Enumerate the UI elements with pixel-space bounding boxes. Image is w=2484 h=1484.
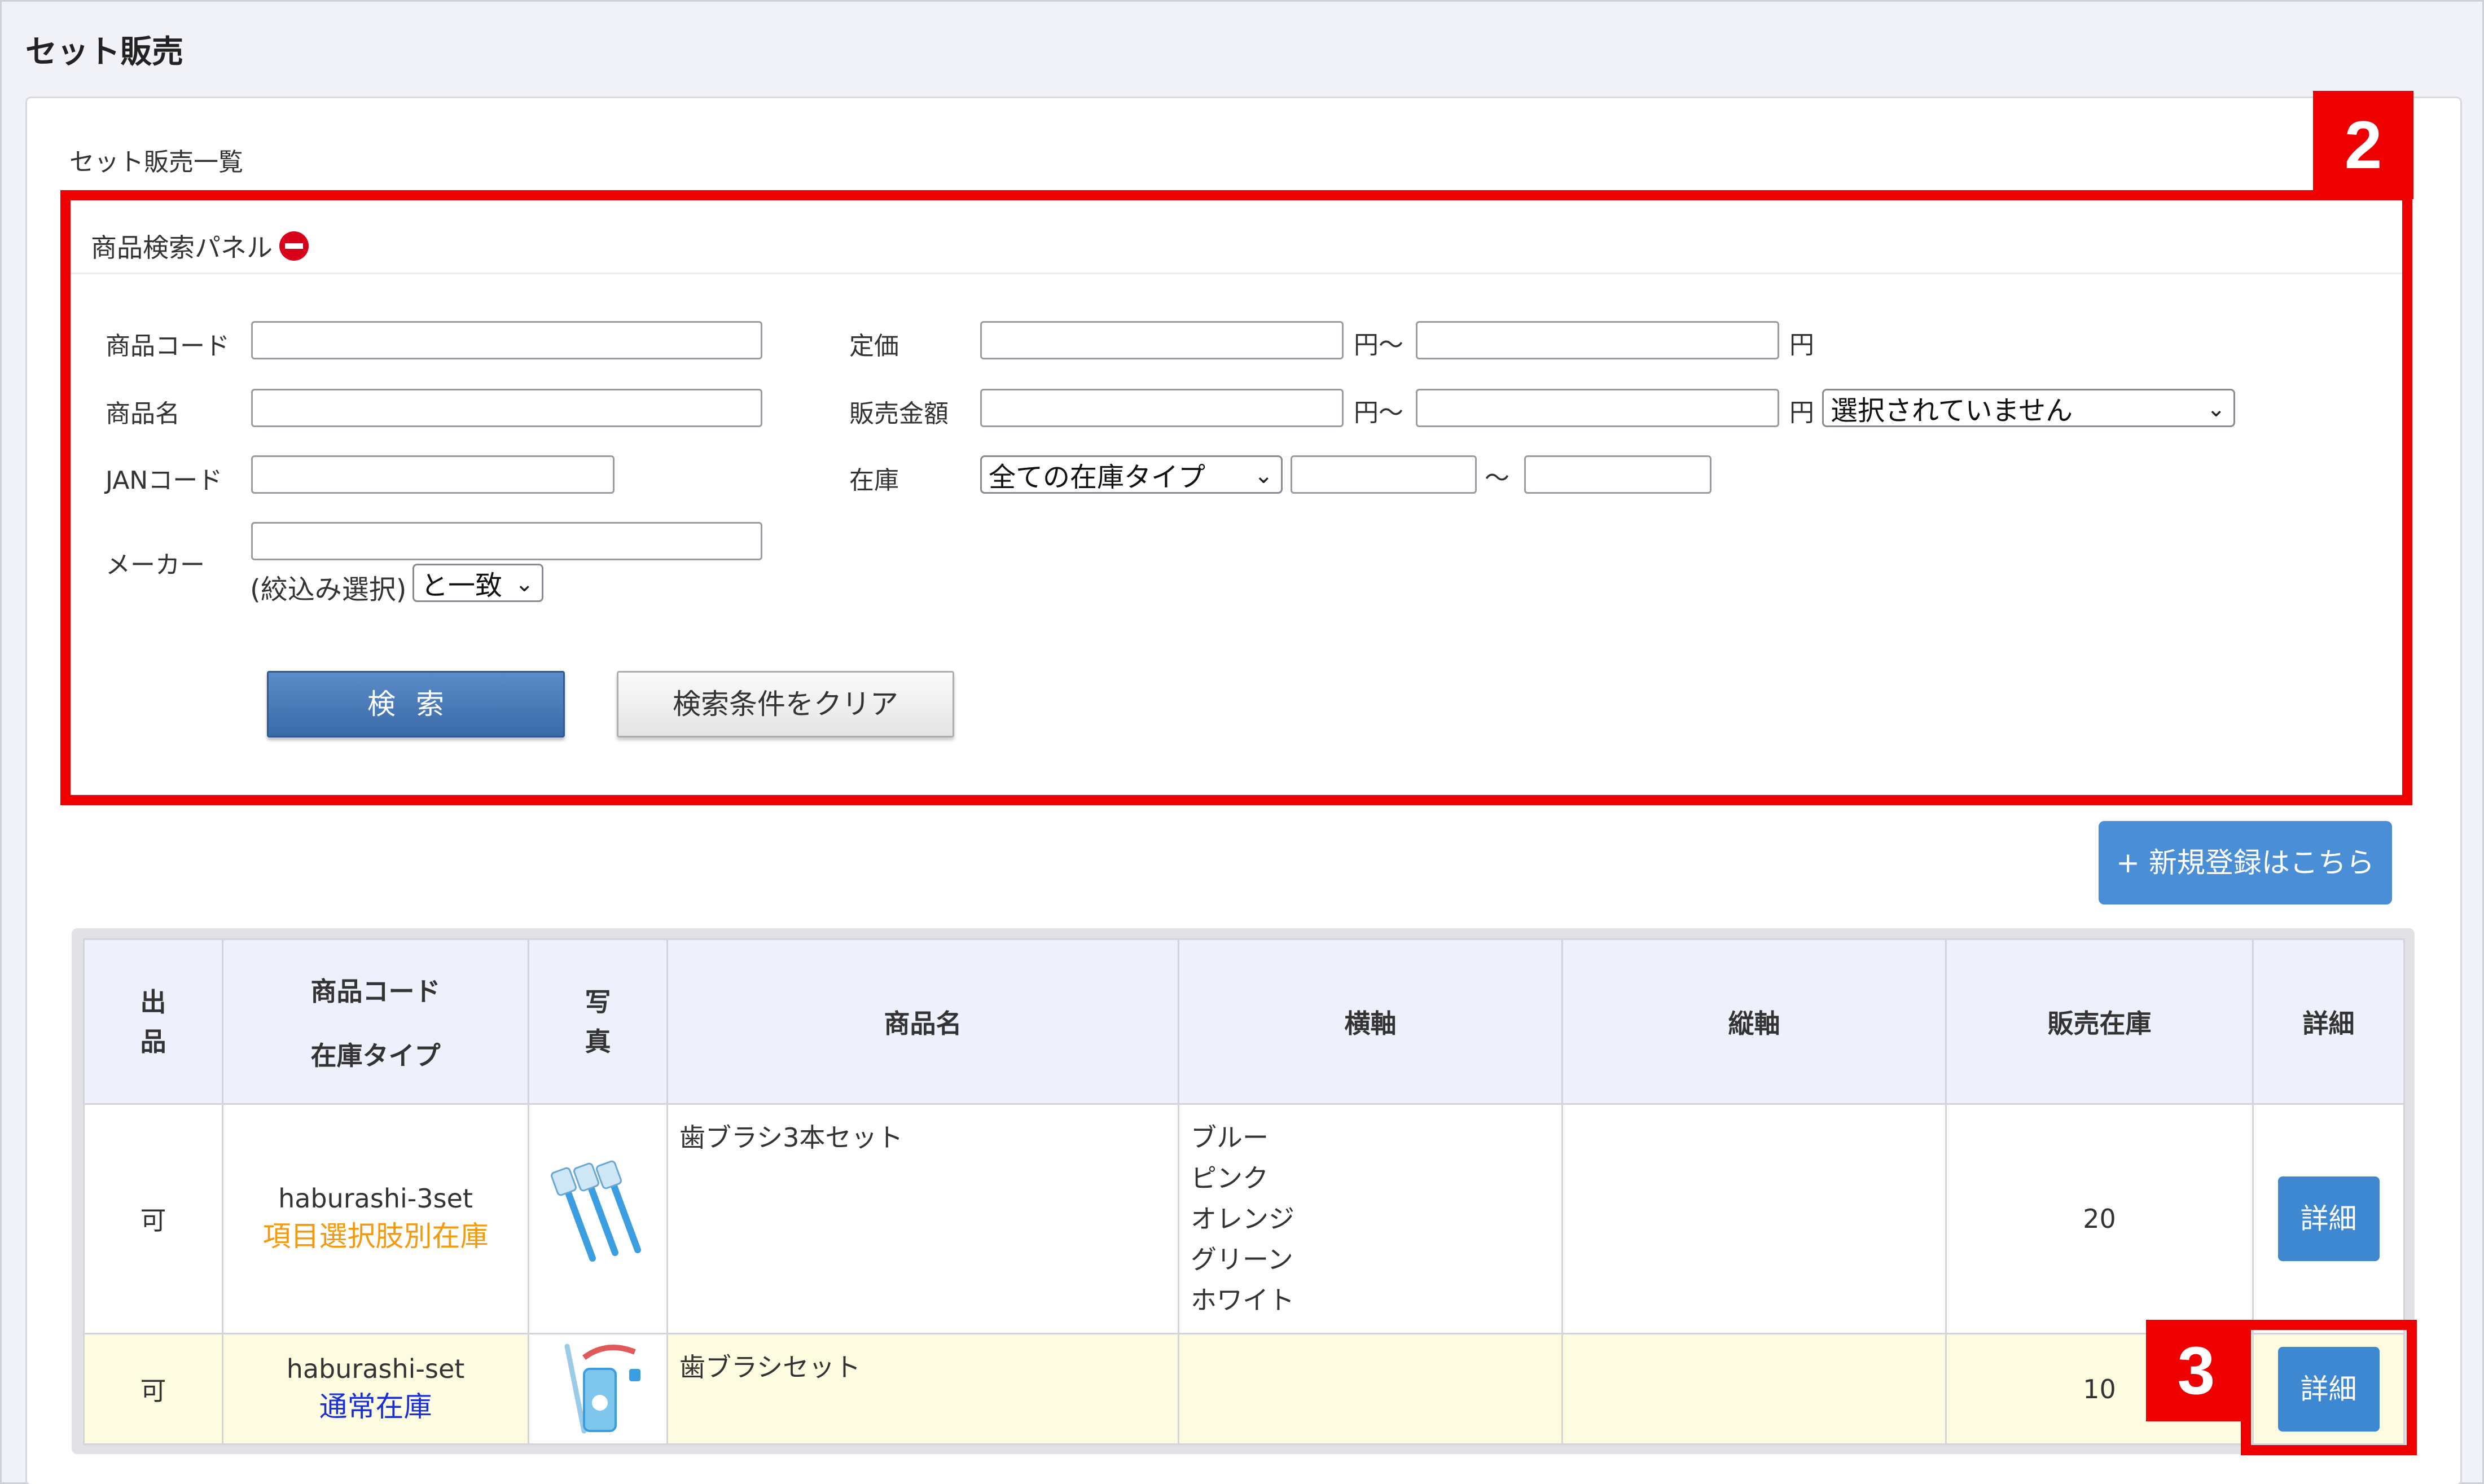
set-sale-table: 出品 商品コード 在庫タイプ 写真 商品名 横軸 縦軸 販売在庫 詳細 可 ha… [83,938,2405,1445]
sale-stock-header: 販売在庫 [1945,938,2254,1105]
listing-cell: 可 [83,1103,223,1334]
vertical-axis-cell [1561,1333,1947,1445]
option-item: ホワイト [1191,1285,1294,1315]
name-header: 商品名 [666,938,1179,1105]
stock-type: 項目選択肢別在庫 [262,1220,489,1253]
product-name-cell: 歯ブラシセット [666,1333,1179,1445]
option-item: オレンジ [1191,1204,1294,1234]
annotation-badge-2: 2 [2313,91,2413,199]
list-title: セット販売一覧 [69,148,243,177]
listing-header: 出品 [83,938,223,1105]
table-row: 可 haburashi-3set 項目選択肢別在庫 歯ブラシ3本セット ブルー … [83,1103,2405,1334]
product-code: haburashi-set [286,1353,465,1384]
product-name-cell: 歯ブラシ3本セット [666,1103,1179,1334]
table-header-row: 出品 商品コード 在庫タイプ 写真 商品名 横軸 縦軸 販売在庫 詳細 [83,938,2405,1105]
listing-cell: 可 [83,1333,223,1445]
code-header: 商品コード 在庫タイプ [222,938,529,1105]
option-item: ブルー [1191,1122,1269,1153]
horizontal-axis-cell [1178,1333,1563,1445]
highlight-box-2 [60,190,2412,805]
option-item: グリーン [1191,1244,1293,1275]
horizontal-axis-cell: ブルー ピンク オレンジ グリーン ホワイト [1178,1103,1563,1334]
table-row: 可 haburashi-set 通常在庫 歯ブラシセット 10 詳細 [83,1333,2405,1445]
detail-header: 詳細 [2252,938,2405,1105]
toothbrush-icon [550,1160,641,1262]
photo-cell [528,1103,668,1334]
detail-cell: 詳細 [2252,1103,2405,1334]
vertical-axis-header: 縦軸 [1561,938,1947,1105]
product-code: haburashi-3set [278,1183,473,1214]
option-item: ピンク [1191,1163,1269,1193]
highlight-box-3 [2241,1320,2417,1455]
photo-cell [528,1333,668,1445]
vertical-axis-cell [1561,1103,1947,1334]
stock-type: 通常在庫 [319,1390,432,1423]
sale-stock-cell: 20 [1945,1103,2254,1334]
code-cell: haburashi-3set 項目選択肢別在庫 [222,1103,529,1334]
code-cell: haburashi-set 通常在庫 [222,1333,529,1445]
page-title: セット販売 [25,34,183,71]
detail-button[interactable]: 詳細 [2277,1176,2380,1261]
new-register-button[interactable]: + 新規登録はこちら [2099,821,2392,905]
photo-header: 写真 [528,938,668,1105]
annotation-badge-3: 3 [2146,1320,2246,1421]
toothbrush-set-icon [564,1343,640,1434]
horizontal-axis-header: 横軸 [1178,938,1563,1105]
